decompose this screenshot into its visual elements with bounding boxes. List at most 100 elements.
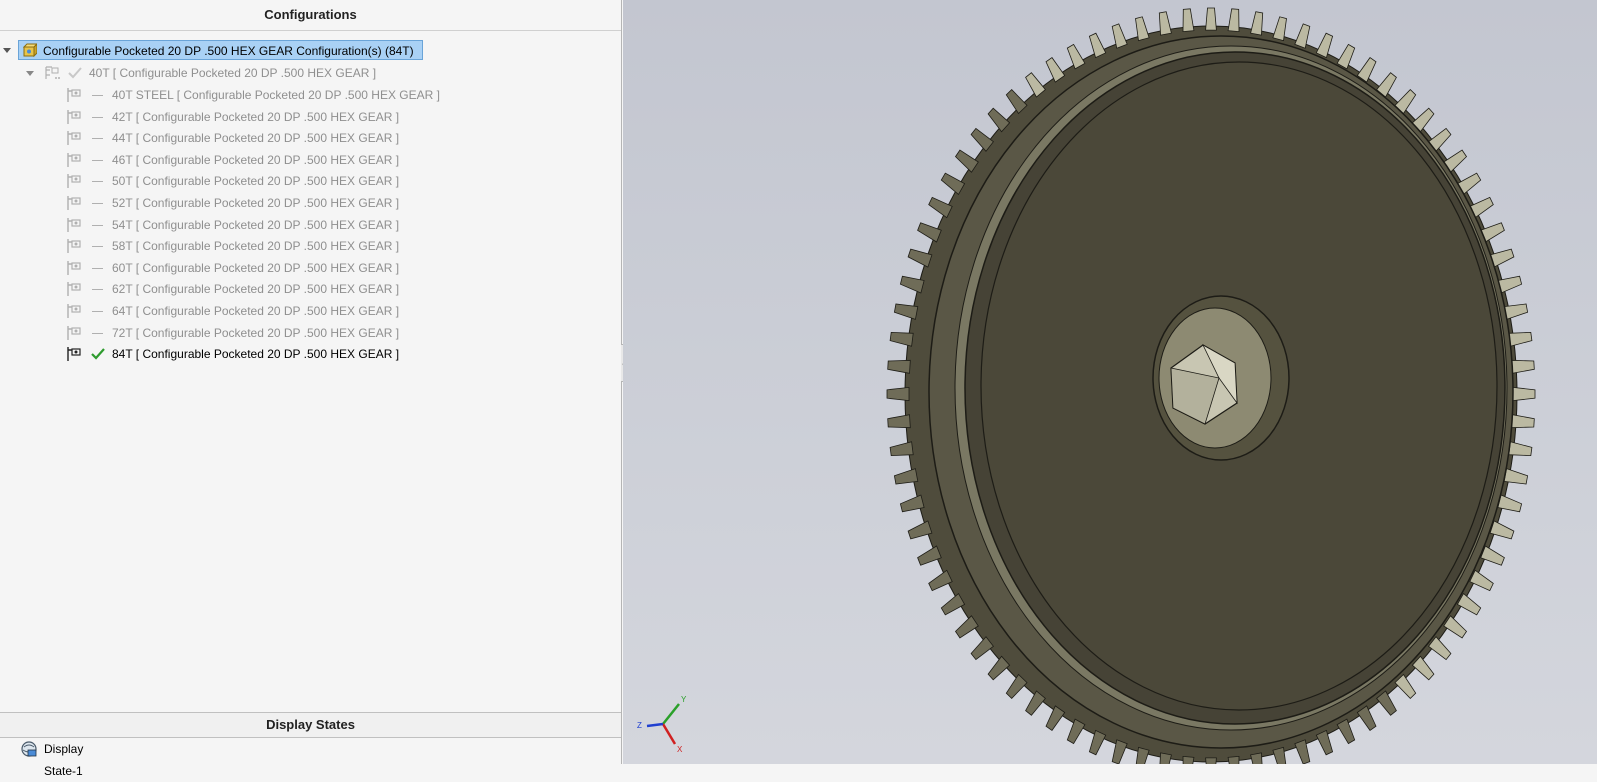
config-icon <box>67 260 81 275</box>
gear-tooth <box>1511 414 1535 429</box>
active-check-icon <box>91 348 105 360</box>
config-icon <box>67 347 81 362</box>
config-icon <box>67 196 81 210</box>
x-axis-label: X <box>677 745 683 754</box>
config-item-row[interactable]: 50T [ Configurable Pocketed 20 DP .500 H… <box>0 170 440 192</box>
gear-tooth <box>1315 729 1334 756</box>
y-axis-label: Y <box>681 695 687 704</box>
gear-tooth <box>1250 752 1263 764</box>
inactive-dash-icon <box>92 95 103 96</box>
inactive-dash-icon <box>92 267 103 269</box>
config-label: 46T [ Configurable Pocketed 20 DP .500 H… <box>112 152 400 167</box>
config-label: 54T [ Configurable Pocketed 20 DP .500 H… <box>112 217 400 232</box>
gear-tooth <box>893 303 919 320</box>
gear-tooth <box>893 468 919 485</box>
config-label: 40T STEEL [ Configurable Pocketed 20 DP … <box>112 88 440 102</box>
config-item-row[interactable]: 84T [ Configurable Pocketed 20 DP .500 H… <box>0 343 440 365</box>
config-item-row[interactable]: 54T [ Configurable Pocketed 20 DP .500 H… <box>0 214 440 236</box>
gear-tooth <box>1336 718 1356 745</box>
gear-tooth <box>1088 32 1107 59</box>
gear-tooth <box>1469 569 1494 592</box>
config-item-row[interactable]: 46T [ Configurable Pocketed 20 DP .500 H… <box>0 149 440 171</box>
view-orientation-triad[interactable]: Y X Z <box>633 690 693 760</box>
config-item-row[interactable]: 64T [ Configurable Pocketed 20 DP .500 H… <box>0 300 440 322</box>
config-label: 40T [ Configurable Pocketed 20 DP .500 H… <box>89 66 377 80</box>
inactive-dash-icon <box>92 332 103 334</box>
gear-tooth <box>1066 718 1086 745</box>
config-icon <box>67 217 81 232</box>
config-label: 44T [ Configurable Pocketed 20 DP .500 H… <box>112 131 400 146</box>
config-icon <box>67 325 81 340</box>
inactive-dash-icon <box>92 246 103 248</box>
gear-tooth <box>928 569 953 592</box>
config-icon <box>67 88 81 102</box>
gear-model[interactable] <box>623 0 1597 764</box>
config-item-row[interactable]: 42T [ Configurable Pocketed 20 DP .500 H… <box>0 106 440 128</box>
config-icon <box>67 152 81 167</box>
z-axis-label: Z <box>637 721 642 730</box>
config-icon <box>67 174 81 189</box>
config-label: 64T [ Configurable Pocketed 20 DP .500 H… <box>112 304 400 318</box>
gear-tooth <box>1512 386 1536 402</box>
graphics-viewport[interactable]: Y X Z <box>623 0 1597 764</box>
inactive-dash-icon <box>92 289 103 291</box>
config-item-row[interactable]: 62T [ Configurable Pocketed 20 DP .500 H… <box>0 278 440 300</box>
gear-tooth <box>1227 8 1240 33</box>
inactive-dash-icon <box>92 116 103 118</box>
inactive-dash-icon <box>92 311 103 312</box>
gear-tooth <box>889 441 914 457</box>
tree-row-parent[interactable]: 40T [ Configurable Pocketed 20 DP .500 H… <box>0 62 420 84</box>
config-label: 58T [ Configurable Pocketed 20 DP .500 H… <box>112 239 400 254</box>
tree-root-row[interactable]: Configurable Pocketed 20 DP .500 HEX GEA… <box>0 40 423 62</box>
inactive-dash-icon <box>92 138 103 140</box>
gear-tooth <box>917 545 942 566</box>
gear-tooth <box>1159 752 1172 764</box>
inactive-dash-icon <box>92 159 103 161</box>
configurations-header: Configurations <box>0 0 621 31</box>
gear-tooth <box>1336 43 1356 70</box>
gear-tooth <box>1503 303 1529 320</box>
config-icon <box>67 109 81 124</box>
gear-tooth <box>1503 468 1529 485</box>
gear-tooth <box>1250 11 1264 36</box>
gear-tooth <box>1315 32 1334 59</box>
display-state-label: Display State-1 <box>44 742 84 778</box>
gear-tooth <box>1182 8 1195 33</box>
gear-tooth <box>889 331 914 347</box>
config-item-row[interactable]: 58T [ Configurable Pocketed 20 DP .500 H… <box>0 235 440 257</box>
config-label: 84T [ Configurable Pocketed 20 DP .500 H… <box>112 347 400 362</box>
gear-tooth <box>887 414 911 429</box>
config-icon <box>67 282 81 297</box>
part-config-icon <box>23 43 37 57</box>
config-label: 72T [ Configurable Pocketed 20 DP .500 H… <box>112 325 400 340</box>
config-item-row[interactable]: 60T [ Configurable Pocketed 20 DP .500 H… <box>0 257 440 279</box>
inactive-dash-icon <box>92 181 103 183</box>
gear-tooth <box>1508 441 1533 457</box>
collapse-arrow-icon[interactable] <box>26 71 34 76</box>
gear-tooth <box>886 386 910 402</box>
derived-config-icon <box>45 66 60 79</box>
gear-tooth <box>1066 43 1086 70</box>
gear-tooth <box>887 359 911 374</box>
config-item-row[interactable]: 40T STEEL [ Configurable Pocketed 20 DP … <box>0 84 440 106</box>
root-config-node[interactable]: Configurable Pocketed 20 DP .500 HEX GEA… <box>18 40 423 60</box>
config-icon <box>67 131 81 146</box>
config-label: 62T [ Configurable Pocketed 20 DP .500 H… <box>112 282 400 297</box>
gear-tooth <box>1205 757 1217 764</box>
config-label: 50T [ Configurable Pocketed 20 DP .500 H… <box>112 174 400 189</box>
root-config-label: Configurable Pocketed 20 DP .500 HEX GEA… <box>43 44 414 58</box>
gear-tooth <box>1182 755 1195 764</box>
collapse-arrow-icon[interactable] <box>3 48 11 53</box>
config-icon <box>67 239 81 254</box>
configuration-manager-panel: Configurations Configurable Pocketed 20 … <box>0 0 622 778</box>
config-item-row[interactable]: 44T [ Configurable Pocketed 20 DP .500 H… <box>0 127 440 149</box>
config-item-row[interactable]: 72T [ Configurable Pocketed 20 DP .500 H… <box>0 322 440 344</box>
display-state-icon <box>21 741 37 757</box>
inactive-dash-icon <box>92 203 103 204</box>
config-item-row[interactable]: 52T [ Configurable Pocketed 20 DP .500 H… <box>0 192 440 214</box>
gear-tooth <box>1088 729 1107 756</box>
gear-tooth <box>1508 331 1533 347</box>
config-label: 42T [ Configurable Pocketed 20 DP .500 H… <box>112 109 400 124</box>
gear-tooth <box>1511 359 1535 374</box>
gear-tooth <box>1480 545 1505 566</box>
